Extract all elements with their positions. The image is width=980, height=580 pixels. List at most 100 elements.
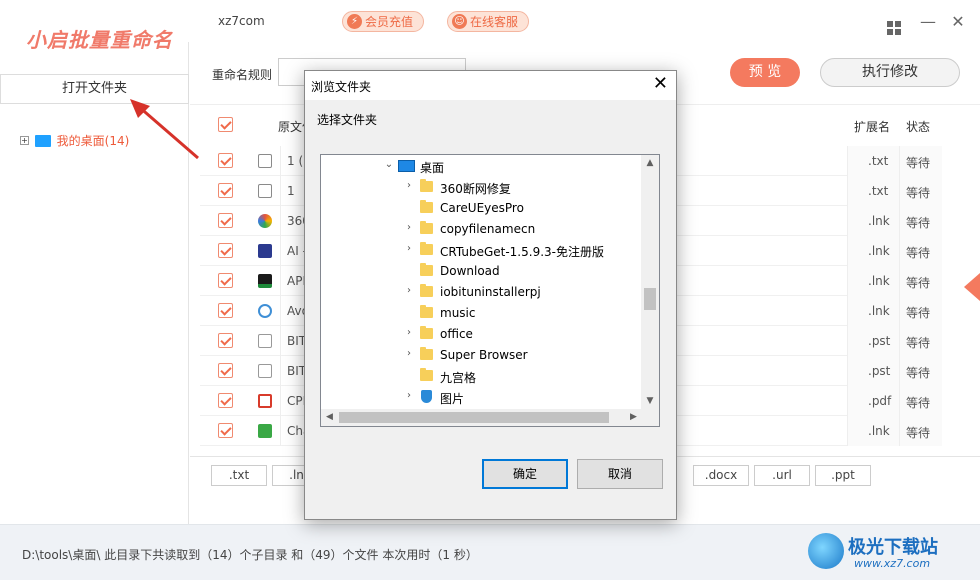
row-status: 等待 — [906, 426, 931, 440]
row-checkbox[interactable] — [218, 273, 233, 288]
close-icon[interactable]: ✕ — [653, 75, 668, 93]
ok-button[interactable]: 确定 — [482, 459, 568, 489]
pdf-icon — [258, 394, 272, 408]
app-icon — [258, 214, 272, 228]
file-icon — [258, 184, 272, 198]
row-ext: .lnk — [868, 304, 890, 318]
chevron-right-icon[interactable]: › — [403, 243, 415, 254]
scroll-down-icon[interactable]: ▼ — [641, 393, 659, 410]
folder-icon — [420, 347, 433, 360]
file-icon — [258, 154, 272, 168]
row-status: 等待 — [906, 216, 931, 230]
folder-icon — [420, 368, 433, 381]
watermark-name: 极光下载站 — [848, 537, 938, 558]
row-ext: .lnk — [868, 424, 890, 438]
app-icon — [258, 244, 272, 258]
vertical-scrollbar[interactable]: ▲ ▼ — [641, 155, 659, 410]
folder-icon — [420, 221, 433, 234]
tree-root-label[interactable]: 我的桌面(14) — [57, 134, 130, 148]
row-checkbox[interactable] — [218, 393, 233, 408]
close-button[interactable]: ✕ — [948, 12, 968, 31]
row-status: 等待 — [906, 156, 931, 170]
folder-icon — [420, 242, 433, 255]
folder-tree-view[interactable]: ⌄ 桌面 › 360断网修复 CareUEyesPro › copyfilena… — [320, 154, 660, 427]
horizontal-scrollbar[interactable]: ◀ ▶ — [321, 409, 642, 426]
row-ext: .pst — [868, 364, 891, 378]
app-icon — [258, 424, 272, 438]
row-checkbox[interactable] — [218, 153, 233, 168]
row-ext: .lnk — [868, 274, 890, 288]
ext-chip-ppt[interactable]: .ppt — [815, 465, 871, 486]
chevron-right-icon[interactable]: › — [403, 285, 415, 296]
header-status: 状态 — [906, 120, 931, 134]
chevron-down-icon[interactable]: ⌄ — [383, 159, 395, 170]
file-icon — [258, 364, 272, 378]
row-checkbox[interactable] — [218, 243, 233, 258]
preview-button[interactable]: 预 览 — [730, 58, 800, 87]
row-status: 等待 — [906, 336, 931, 350]
pictures-shield-icon — [421, 390, 432, 403]
folder-icon — [420, 284, 433, 297]
expand-icon[interactable]: + — [20, 136, 29, 145]
execute-button[interactable]: 执行修改 — [820, 58, 960, 87]
service-label: 在线客服 — [470, 15, 519, 29]
watermark-url: www.xz7.com — [854, 557, 931, 570]
ext-chip-docx[interactable]: .docx — [693, 465, 749, 486]
header-ext: 扩展名 — [854, 120, 891, 134]
cancel-button[interactable]: 取消 — [577, 459, 663, 489]
browse-folder-dialog: 浏览文件夹 ✕ 选择文件夹 ⌄ 桌面 › 360断网修复 CareUEyesPr… — [304, 70, 677, 520]
scroll-left-icon[interactable]: ◀ — [321, 409, 338, 426]
ext-chip-txt[interactable]: .txt — [211, 465, 267, 486]
file-icon — [258, 334, 272, 348]
row-checkbox[interactable] — [218, 303, 233, 318]
side-collapse-tab[interactable] — [964, 273, 980, 301]
desktop-icon — [398, 160, 415, 172]
app-window: 小启批量重命名 xz7com ⚡ 会员充值 ☺ 在线客服 — ✕ 打开文件夹 +… — [0, 0, 980, 580]
layout-grid-button[interactable] — [884, 12, 904, 35]
select-all-checkbox[interactable] — [218, 117, 233, 132]
row-ext: .txt — [868, 184, 889, 198]
desktop-folder-icon — [34, 134, 51, 147]
folder-icon — [420, 263, 433, 276]
row-checkbox[interactable] — [218, 423, 233, 438]
folder-icon — [420, 179, 433, 192]
vip-label: 会员充值 — [365, 15, 414, 29]
rule-label: 重命名规则 — [212, 68, 273, 82]
row-ext: .lnk — [868, 244, 890, 258]
status-text: D:\tools\桌面\ 此目录下共读取到（14）个子目录 和（49）个文件 本… — [22, 548, 478, 562]
row-status: 等待 — [906, 396, 931, 410]
service-button[interactable]: ☺ 在线客服 — [447, 11, 530, 32]
scroll-right-icon[interactable]: ▶ — [625, 409, 642, 426]
minimize-button[interactable]: — — [918, 12, 938, 31]
row-status: 等待 — [906, 186, 931, 200]
row-checkbox[interactable] — [218, 213, 233, 228]
scroll-thumb[interactable] — [339, 412, 609, 423]
row-status: 等待 — [906, 246, 931, 260]
row-ext: .pdf — [868, 394, 892, 408]
lightning-icon: ⚡ — [347, 14, 362, 29]
vip-button[interactable]: ⚡ 会员充值 — [342, 11, 425, 32]
chevron-right-icon[interactable]: › — [403, 390, 415, 401]
headset-icon: ☺ — [452, 14, 467, 29]
chevron-right-icon[interactable]: › — [403, 327, 415, 338]
status-bar: D:\tools\桌面\ 此目录下共读取到（14）个子目录 和（49）个文件 本… — [0, 524, 980, 580]
row-checkbox[interactable] — [218, 183, 233, 198]
row-checkbox[interactable] — [218, 363, 233, 378]
dialog-subtitle: 选择文件夹 — [317, 113, 378, 127]
row-status: 等待 — [906, 276, 931, 290]
row-name: 1 — [287, 184, 295, 198]
app-icon — [258, 274, 272, 288]
chevron-right-icon[interactable]: › — [403, 348, 415, 359]
chevron-right-icon[interactable]: › — [403, 180, 415, 191]
grid-icon — [887, 21, 901, 35]
globe-logo-icon — [808, 533, 844, 569]
ext-chip-url[interactable]: .url — [754, 465, 810, 486]
row-status: 等待 — [906, 366, 931, 380]
app-icon — [258, 304, 272, 318]
folder-tree: + 我的桌面(14) — [20, 132, 129, 149]
row-checkbox[interactable] — [218, 333, 233, 348]
folder-icon — [420, 200, 433, 213]
scroll-up-icon[interactable]: ▲ — [641, 155, 659, 172]
chevron-right-icon[interactable]: › — [403, 222, 415, 233]
scroll-thumb[interactable] — [644, 288, 656, 310]
